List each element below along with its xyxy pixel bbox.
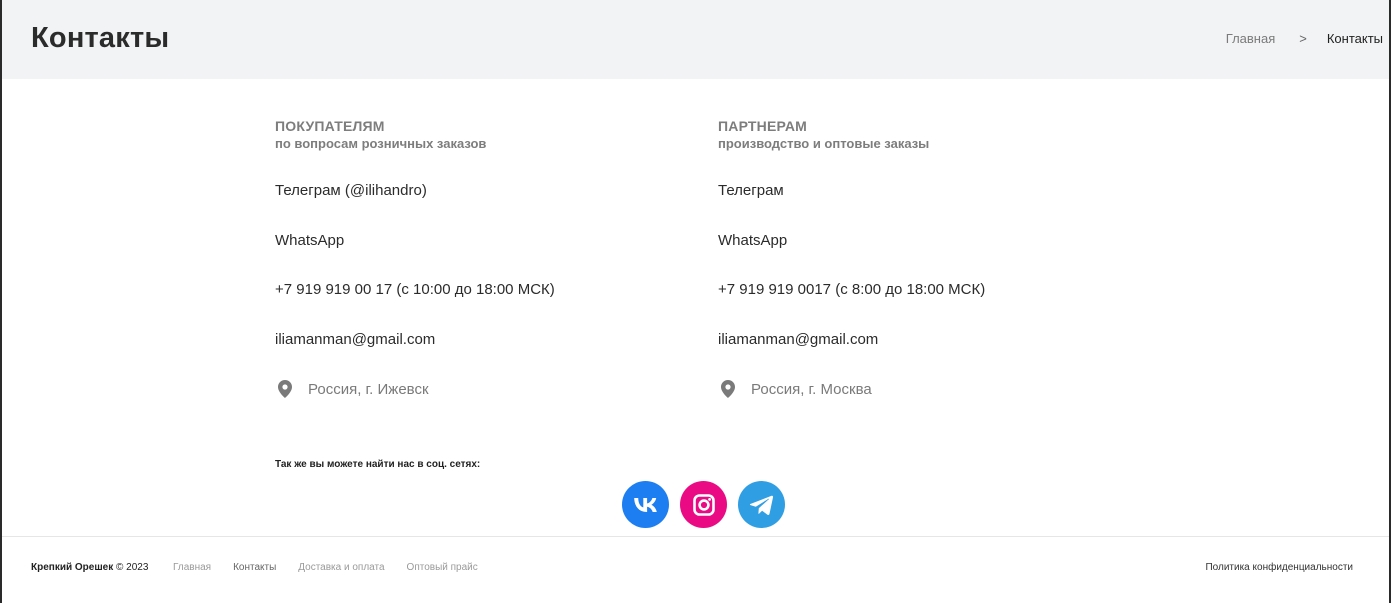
footer-brand: Крепкий Орешек © 2023: [31, 562, 148, 573]
footer-link-delivery[interactable]: Доставка и оплата: [298, 562, 384, 573]
vk-icon: [633, 497, 657, 512]
social-caption: Так же вы можете найти нас в соц. сетях:: [275, 459, 481, 470]
footer-link-contacts[interactable]: Контакты: [233, 562, 276, 573]
breadcrumb: Главная > Контакты: [1226, 31, 1383, 46]
buyers-location: Россия, г. Ижевск: [275, 380, 429, 398]
buyers-phone-link[interactable]: +7 919 919 00 17 (с 10:00 до 18:00 МСК): [275, 281, 555, 298]
breadcrumb-home-link[interactable]: Главная: [1226, 31, 1275, 46]
footer-copyright: © 2023: [116, 562, 149, 573]
footer-link-home[interactable]: Главная: [173, 562, 211, 573]
buyers-location-text: Россия, г. Ижевск: [308, 380, 429, 398]
partners-contacts: ПАРТНЕРАМ производство и оптовые заказы …: [718, 118, 1138, 398]
footer-link-pricelist[interactable]: Оптовый прайс: [407, 562, 478, 573]
partners-subtitle: производство и оптовые заказы: [718, 136, 930, 151]
footer-privacy-policy-link[interactable]: Политика конфиденциальности: [1205, 562, 1353, 573]
site-footer: Крепкий Орешек © 2023 Главная Контакты Д…: [2, 536, 1389, 603]
footer-brand-name: Крепкий Орешек: [31, 562, 114, 573]
buyers-whatsapp-link[interactable]: WhatsApp: [275, 232, 344, 249]
vk-link[interactable]: [622, 481, 669, 528]
location-pin-icon: [278, 380, 292, 398]
partners-email-link[interactable]: iliamanman@gmail.com: [718, 331, 878, 348]
partners-whatsapp-link[interactable]: WhatsApp: [718, 232, 787, 249]
instagram-icon: [692, 493, 715, 516]
partners-location: Россия, г. Москва: [718, 380, 872, 398]
social-links: [622, 481, 785, 528]
buyers-subtitle: по вопросам розничных заказов: [275, 136, 487, 151]
page-title: Контакты: [31, 22, 170, 54]
telegram-link[interactable]: [738, 481, 785, 528]
instagram-link[interactable]: [680, 481, 727, 528]
location-pin-icon: [721, 380, 735, 398]
partners-telegram-link[interactable]: Телеграм: [718, 182, 784, 199]
buyers-title: ПОКУПАТЕЛЯМ: [275, 118, 385, 134]
buyers-email-link[interactable]: iliamanman@gmail.com: [275, 331, 435, 348]
buyers-telegram-link[interactable]: Телеграм (@ilihandro): [275, 182, 427, 199]
partners-title: ПАРТНЕРАМ: [718, 118, 808, 134]
page: Контакты Главная > Контакты ПОКУПАТЕЛЯМ …: [0, 0, 1391, 603]
partners-phone-link[interactable]: +7 919 919 0017 (с 8:00 до 18:00 МСК): [718, 281, 985, 298]
footer-nav: Главная Контакты Доставка и оплата Оптов…: [173, 562, 478, 573]
breadcrumb-separator: >: [1299, 31, 1307, 46]
buyers-contacts: ПОКУПАТЕЛЯМ по вопросам розничных заказо…: [275, 118, 695, 398]
page-header: Контакты Главная > Контакты: [2, 0, 1389, 79]
breadcrumb-current: Контакты: [1326, 31, 1383, 46]
telegram-icon: [749, 495, 773, 515]
partners-location-text: Россия, г. Москва: [751, 380, 872, 398]
